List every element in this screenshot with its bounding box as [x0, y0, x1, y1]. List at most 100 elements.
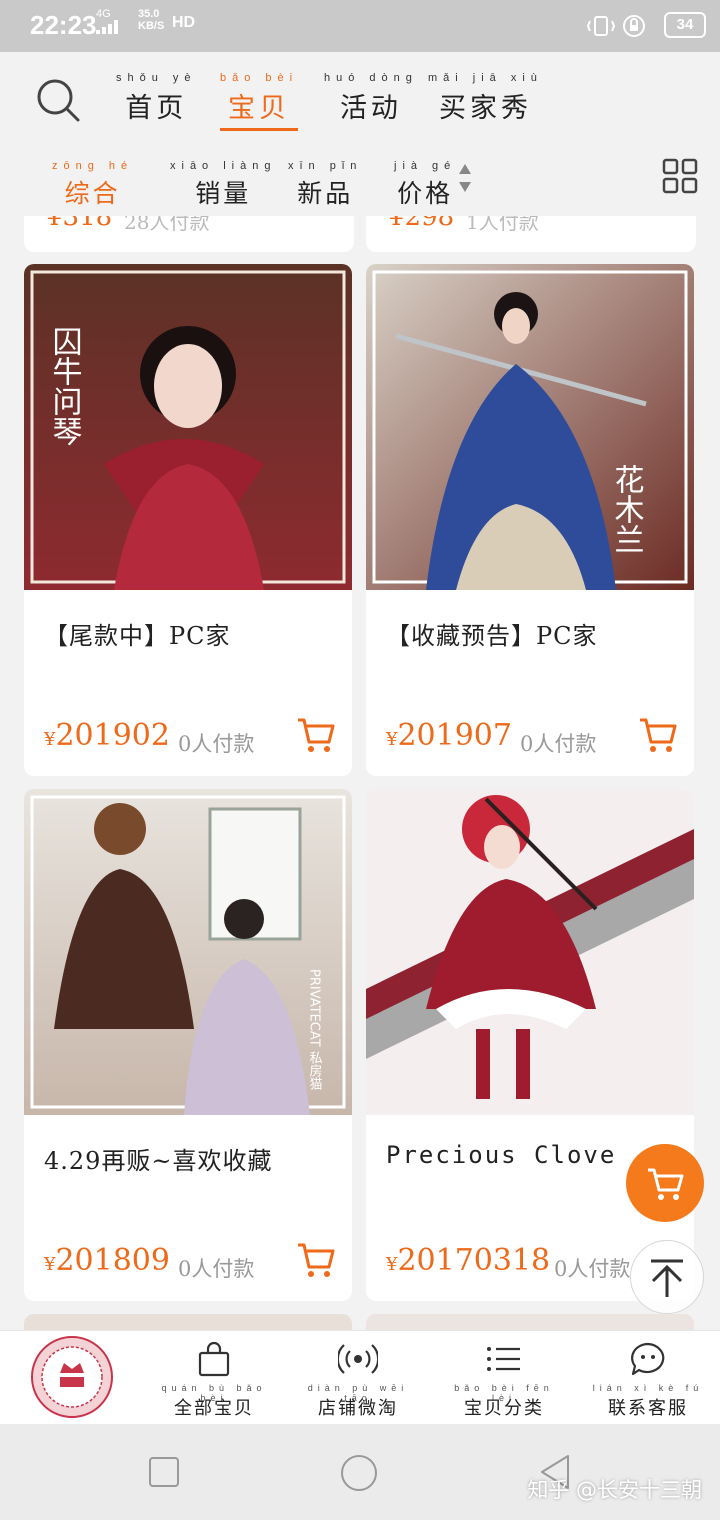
signal-icon — [96, 20, 118, 34]
product-card-partial[interactable]: ¥318 28人付款 — [24, 216, 354, 252]
product-title[interactable]: 【尾款中】PC家 — [44, 616, 231, 651]
search-icon[interactable] — [34, 76, 82, 124]
tab-items[interactable]: bǎo bèi 宝贝 — [220, 72, 299, 131]
floating-cart-button[interactable] — [626, 1144, 704, 1222]
store-top-nav: shǒu yè 首页 bǎo bèi 宝贝 huó dòng 活动 mǎi ji… — [0, 52, 720, 144]
product-price: ¥201809 — [44, 1243, 170, 1278]
sort-filter-bar: zōng hé 综合 xiāo liàng 销量 xīn pǐn 新品 jià … — [0, 144, 720, 216]
sort-label: 销量 — [195, 179, 252, 208]
net-speed-unit: KB/S — [138, 20, 165, 32]
grid-view-icon[interactable] — [662, 158, 698, 194]
home-button[interactable] — [340, 1454, 378, 1492]
back-to-top-button[interactable] — [630, 1240, 704, 1314]
price-value: 201907 — [397, 718, 512, 753]
status-bar: 22:23 4G 35.0 KB/S HD 34 — [0, 0, 720, 52]
cart-icon — [648, 1168, 684, 1200]
product-title[interactable]: 4.29再贩~喜欢收藏 — [44, 1141, 273, 1176]
sort-pinyin: jià gé — [394, 160, 457, 172]
product-sales-partial: 1人付款 — [466, 216, 539, 234]
yen-symbol: ¥ — [44, 729, 56, 750]
sort-label: 价格 — [397, 179, 454, 208]
product-price-partial: ¥298 — [388, 216, 455, 232]
sort-tab-price[interactable]: jià gé 价格 — [394, 160, 456, 210]
sort-arrows-icon[interactable] — [458, 162, 472, 194]
tab-all-items[interactable]: quán bù bǎo bèi 全部宝贝 — [154, 1341, 274, 1420]
add-to-cart-icon[interactable] — [638, 716, 678, 756]
arrow-up-icon — [651, 1259, 683, 1297]
sort-label: 综合 — [64, 179, 121, 208]
tab-pinyin: mǎi jiā xiù — [428, 72, 543, 84]
network-indicator: 4G — [96, 8, 126, 37]
tab-pinyin: quán bù bǎo bèi — [161, 1383, 267, 1403]
yen-symbol: ¥ — [386, 729, 398, 750]
add-to-cart-icon[interactable] — [296, 716, 336, 756]
sort-tab-sales[interactable]: xiāo liàng 销量 — [170, 160, 276, 210]
tab-categories[interactable]: bǎo bèi fēn lèi 宝贝分类 — [444, 1341, 564, 1420]
system-nav-bar — [0, 1424, 720, 1520]
net-speed: 35.0 KB/S — [138, 8, 164, 32]
sort-pinyin: zōng hé — [52, 160, 134, 172]
tab-activities[interactable]: huó dòng 活动 — [324, 72, 418, 125]
recents-button[interactable] — [148, 1456, 180, 1488]
network-type: 4G — [96, 8, 111, 20]
product-card[interactable]: 花木兰 【收藏预告】PC家 ¥201907 0人付款 — [366, 264, 694, 776]
product-card-partial[interactable]: ¥298 1人付款 — [366, 216, 696, 252]
lock-rotation-icon — [623, 15, 645, 37]
image-caption: 囚牛问琴 — [47, 326, 82, 446]
product-card-partial[interactable] — [366, 1314, 694, 1330]
sort-tab-overall[interactable]: zōng hé 综合 — [52, 160, 133, 210]
store-bottom-tabs: quán bù bǎo bèi 全部宝贝 diàn pù wēi tāo 店铺微… — [0, 1330, 720, 1425]
tab-pinyin: huó dòng — [324, 72, 418, 84]
tab-label: 联系客服 — [608, 1398, 688, 1419]
yen-symbol: ¥ — [386, 1254, 398, 1275]
tab-label: 活动 — [339, 93, 402, 124]
product-title[interactable]: Precious Clove — [386, 1141, 616, 1169]
tab-label: 店铺微淘 — [318, 1398, 398, 1419]
tab-home[interactable]: shǒu yè 首页 — [116, 72, 197, 125]
tab-buyer-show[interactable]: mǎi jiā xiù 买家秀 — [428, 72, 543, 125]
product-card[interactable]: 囚牛问琴 【尾款中】PC家 ¥201902 0人付款 — [24, 264, 352, 776]
shopping-bag-icon — [198, 1341, 230, 1377]
status-time: 22:23 — [30, 10, 97, 40]
tab-pinyin: diàn pù wēi tāo — [307, 1383, 409, 1403]
tab-pinyin: bǎo bèi fēn lèi — [454, 1383, 554, 1403]
product-image[interactable]: PRIVATECAT 私房猫 — [24, 789, 352, 1115]
product-price: ¥201902 — [44, 718, 170, 753]
tab-pinyin: lián xì kè fú — [592, 1383, 704, 1393]
sales-count: 0人付款 — [554, 1257, 631, 1281]
yen-symbol: ¥ — [44, 1254, 56, 1275]
product-image[interactable] — [366, 789, 694, 1115]
sort-tab-new[interactable]: xīn pǐn 新品 — [288, 160, 362, 210]
product-title[interactable]: 【收藏预告】PC家 — [386, 616, 598, 651]
product-image[interactable]: 囚牛问琴 — [24, 264, 352, 590]
tab-store-feed[interactable]: diàn pù wēi tāo 店铺微淘 — [298, 1341, 418, 1420]
price-value: 20170318 — [397, 1243, 551, 1278]
price-value: 201809 — [55, 1243, 170, 1278]
vibrate-icon — [586, 16, 615, 36]
product-price: ¥201907 — [386, 718, 512, 753]
hd-badge: HD — [172, 14, 196, 31]
sort-pinyin: xīn pǐn — [288, 160, 363, 172]
tab-label: 首页 — [125, 93, 188, 124]
list-icon — [487, 1347, 520, 1371]
tab-label: 买家秀 — [438, 93, 532, 124]
product-price-partial: ¥318 — [46, 216, 113, 232]
product-card[interactable]: Precious Clove ¥20170318 0人付款 — [366, 789, 694, 1301]
product-image[interactable]: 花木兰 — [366, 264, 694, 590]
sales-count: 0人付款 — [520, 732, 597, 756]
sort-label: 新品 — [297, 179, 354, 208]
image-caption: 花木兰 — [609, 464, 645, 554]
price-value: 201902 — [55, 718, 170, 753]
shop-logo[interactable] — [30, 1335, 114, 1419]
broadcast-icon — [338, 1344, 378, 1374]
tab-customer-service[interactable]: lián xì kè fú 联系客服 — [588, 1341, 708, 1420]
add-to-cart-icon[interactable] — [296, 1241, 336, 1281]
net-speed-value: 35.0 — [138, 8, 160, 20]
tab-label: 全部宝贝 — [174, 1398, 254, 1419]
sales-count: 0人付款 — [178, 732, 255, 756]
product-card-partial[interactable] — [24, 1314, 352, 1330]
tab-pinyin: bǎo bèi — [220, 72, 299, 84]
chat-bubble-icon — [631, 1342, 665, 1376]
status-icons — [586, 14, 646, 43]
product-card[interactable]: PRIVATECAT 私房猫 4.29再贩~喜欢收藏 ¥201809 0人付款 — [24, 789, 352, 1301]
